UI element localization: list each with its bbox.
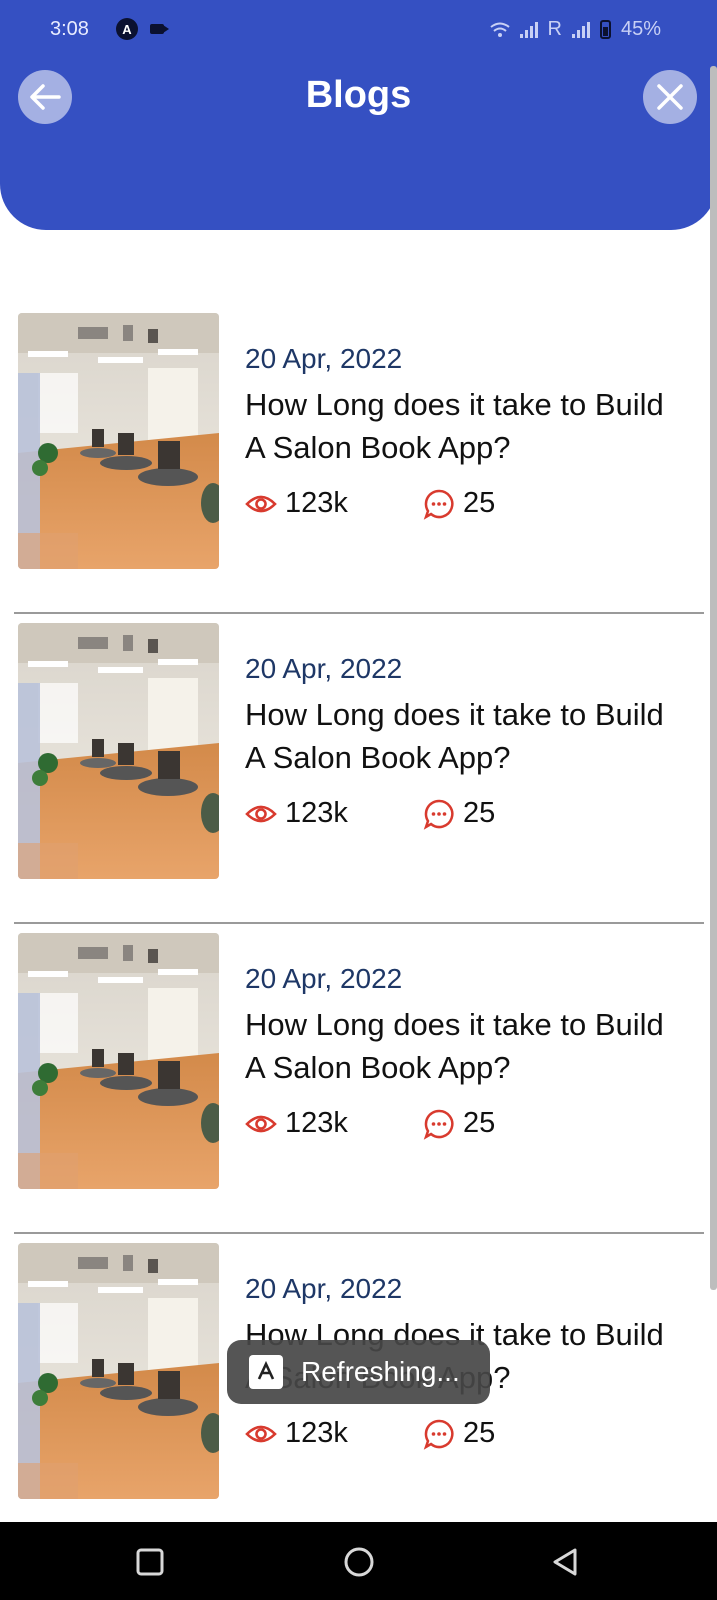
comments-count: 25 xyxy=(463,797,496,829)
blog-stats: 123k 25 xyxy=(245,1417,715,1457)
blog-thumbnail xyxy=(18,933,219,1189)
comment-icon xyxy=(423,489,454,520)
views-count: 123k xyxy=(285,1107,348,1139)
blog-item[interactable]: 20 Apr, 2022 How Long does it take to Bu… xyxy=(0,623,717,933)
status-notification-icons: A xyxy=(116,18,169,40)
page-title: Blogs xyxy=(305,74,412,116)
blog-title-line1: How Long does it take to Build xyxy=(245,1007,664,1042)
eye-icon xyxy=(245,805,277,822)
app-logo-icon xyxy=(249,1355,283,1389)
signal-icon xyxy=(519,21,538,38)
eye-icon xyxy=(245,1115,277,1132)
blog-date: 20 Apr, 2022 xyxy=(245,963,403,994)
app-notification-icon: A xyxy=(116,18,138,40)
battery-icon xyxy=(599,20,611,39)
status-system-icons: R 45% xyxy=(489,18,661,41)
views-count: 123k xyxy=(285,797,348,829)
blog-item[interactable]: 20 Apr, 2022 How Long does it take to Bu… xyxy=(0,933,717,1243)
comments-stat: 25 xyxy=(423,1417,495,1450)
close-button[interactable] xyxy=(643,70,697,124)
circle-icon xyxy=(344,1547,374,1577)
close-icon xyxy=(657,84,683,110)
system-nav-bar xyxy=(0,1522,717,1600)
status-time: 3:08 xyxy=(50,18,89,40)
comments-count: 25 xyxy=(463,1107,496,1139)
triangle-back-icon xyxy=(553,1548,577,1576)
divider xyxy=(14,612,704,614)
blog-date: 20 Apr, 2022 xyxy=(245,1273,403,1304)
comments-stat: 25 xyxy=(423,1107,495,1140)
views-stat: 123k xyxy=(245,797,348,830)
views-stat: 123k xyxy=(245,1107,348,1140)
refresh-toast: Refreshing... xyxy=(227,1340,490,1404)
recent-apps-button[interactable] xyxy=(128,1540,172,1584)
comments-stat: 25 xyxy=(423,797,495,830)
signal-icon-2 xyxy=(571,21,590,38)
blog-title-line2: A Salon Book App? xyxy=(245,1050,511,1085)
toast-text: Refreshing... xyxy=(301,1356,460,1387)
views-count: 123k xyxy=(285,1417,348,1449)
back-nav-button[interactable] xyxy=(543,1540,587,1584)
comments-count: 25 xyxy=(463,487,496,519)
video-icon xyxy=(150,24,169,34)
wifi-icon xyxy=(489,22,510,37)
eye-icon xyxy=(245,1425,277,1442)
eye-icon xyxy=(245,495,277,512)
battery-percent: 45% xyxy=(620,18,661,40)
blog-meta: 20 Apr, 2022 How Long does it take to Bu… xyxy=(245,343,715,527)
blog-thumbnail xyxy=(18,313,219,569)
comments-count: 25 xyxy=(463,1417,496,1449)
comment-icon xyxy=(423,1109,454,1140)
views-stat: 123k xyxy=(245,487,348,520)
blog-stats: 123k 25 xyxy=(245,487,715,527)
blog-date: 20 Apr, 2022 xyxy=(245,653,403,684)
blog-title-line1: How Long does it take to Build xyxy=(245,697,664,732)
comment-icon xyxy=(423,799,454,830)
roaming-label: R xyxy=(547,18,562,40)
blog-meta: 20 Apr, 2022 How Long does it take to Bu… xyxy=(245,653,715,837)
blog-date: 20 Apr, 2022 xyxy=(245,343,403,374)
status-bar: 3:08 A R 45% xyxy=(0,0,717,60)
square-icon xyxy=(136,1548,164,1576)
blog-thumbnail xyxy=(18,623,219,879)
blog-stats: 123k 25 xyxy=(245,797,715,837)
blog-title-line1: How Long does it take to Build xyxy=(245,387,664,422)
views-count: 123k xyxy=(285,487,348,519)
blog-stats: 123k 25 xyxy=(245,1107,715,1147)
divider xyxy=(14,922,704,924)
home-button[interactable] xyxy=(337,1540,381,1584)
blog-thumbnail xyxy=(18,1243,219,1499)
blog-title-line2: A Salon Book App? xyxy=(245,430,511,465)
blog-title-line2: A Salon Book App? xyxy=(245,740,511,775)
divider xyxy=(14,1232,704,1234)
app-header: 3:08 A R 45% Blogs xyxy=(0,0,717,230)
views-stat: 123k xyxy=(245,1417,348,1450)
comments-stat: 25 xyxy=(423,487,495,520)
blog-item[interactable]: 20 Apr, 2022 How Long does it take to Bu… xyxy=(0,313,717,623)
blog-meta: 20 Apr, 2022 How Long does it take to Bu… xyxy=(245,963,715,1147)
comment-icon xyxy=(423,1419,454,1450)
